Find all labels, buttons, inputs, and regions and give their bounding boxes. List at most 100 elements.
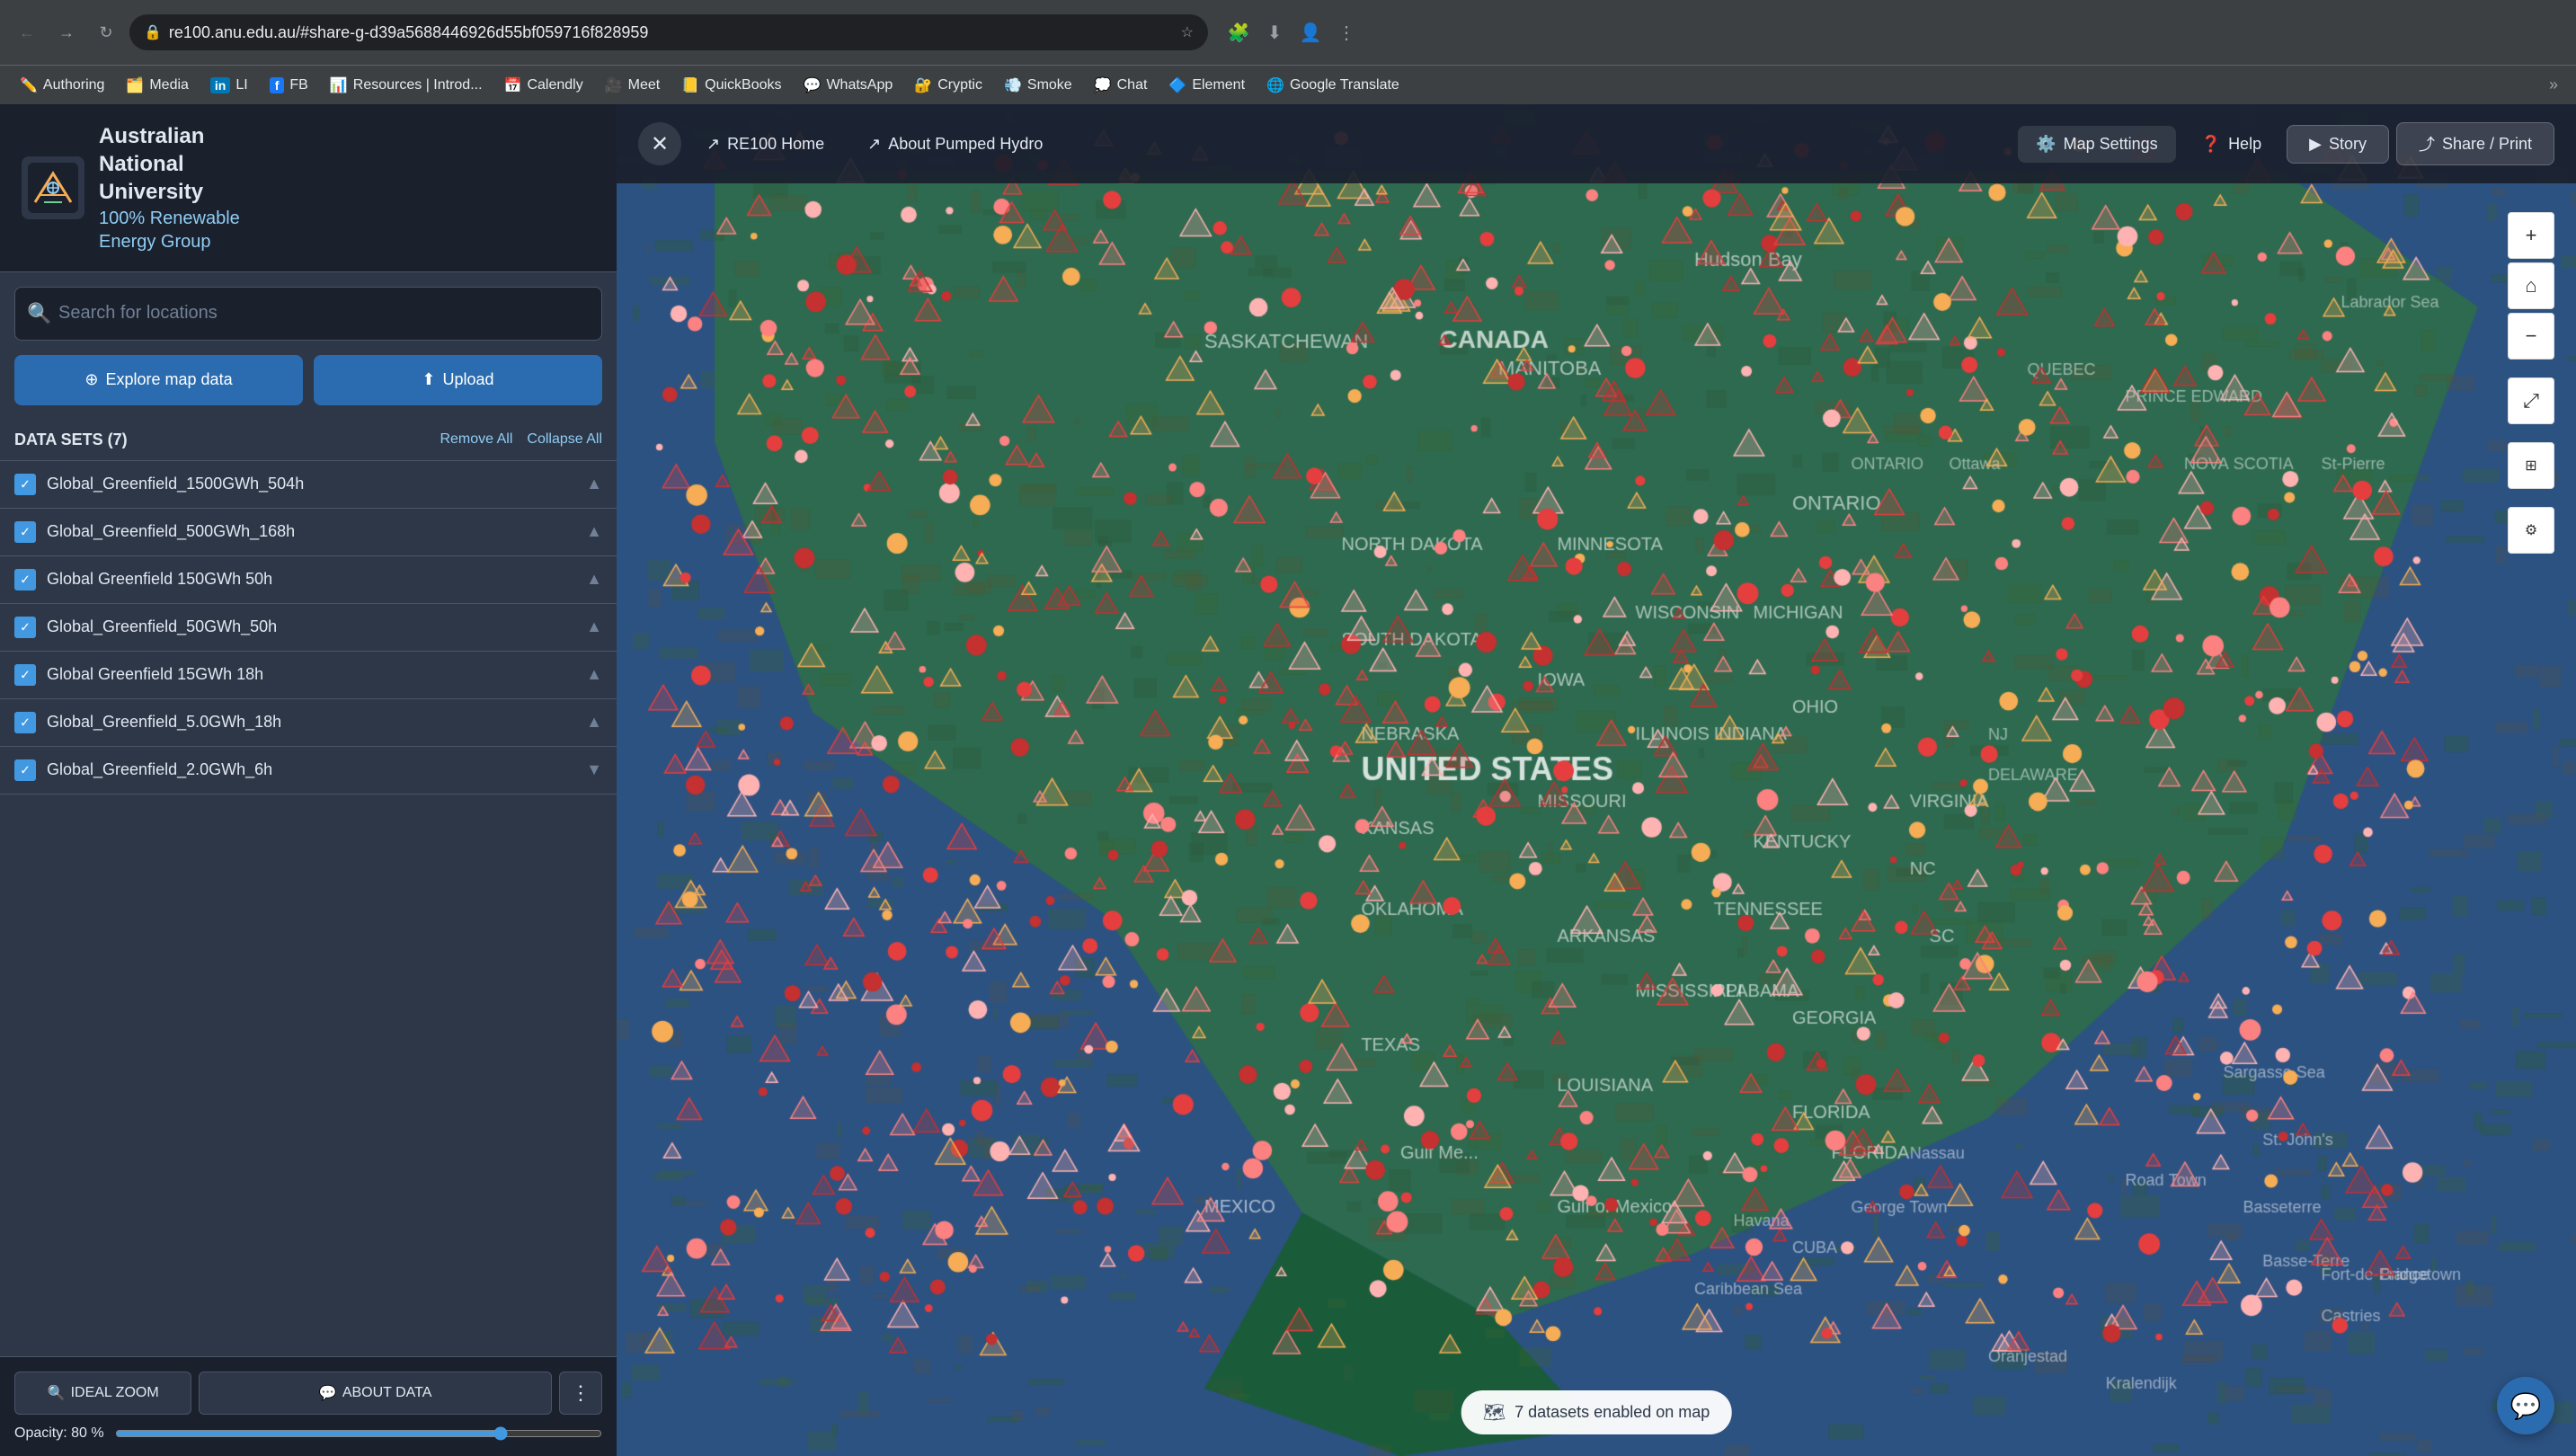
help-label: Help bbox=[2228, 135, 2261, 154]
chat-button[interactable]: 💬 bbox=[2497, 1377, 2554, 1434]
dataset-name-1: Global_Greenfield_1500GWh_504h bbox=[47, 475, 586, 493]
element-icon: 🔷 bbox=[1168, 76, 1186, 94]
browser-toolbar: ← → ↻ 🔒 re100.anu.edu.au/#share-g-d39a56… bbox=[0, 0, 2576, 65]
bookmark-element[interactable]: 🔷 Element bbox=[1159, 73, 1254, 98]
security-icon: 🔒 bbox=[144, 23, 162, 41]
anu-logo bbox=[22, 156, 84, 219]
about-data-button[interactable]: 💬 ABOUT DATA bbox=[199, 1372, 552, 1415]
bookmark-cryptic[interactable]: 🔐 Cryptic bbox=[905, 73, 991, 98]
bookmark-gtranslate[interactable]: 🌐 Google Translate bbox=[1257, 73, 1408, 98]
more-options-button[interactable]: ⋮ bbox=[559, 1372, 602, 1415]
upload-label: Upload bbox=[443, 370, 494, 389]
dataset-checkbox-6[interactable] bbox=[14, 712, 36, 733]
map-status-bar: 🗺 7 datasets enabled on map bbox=[1461, 1390, 1732, 1434]
explore-label: Explore map data bbox=[106, 370, 233, 389]
dataset-item-4[interactable]: Global_Greenfield_50GWh_50h ▲ bbox=[0, 604, 617, 652]
map-area[interactable]: ✕ ↗ RE100 Home ↗ About Pumped Hydro ⚙️ M… bbox=[617, 104, 2576, 1456]
bookmark-star-icon[interactable]: ☆ bbox=[1181, 23, 1194, 41]
dataset-checkbox-7[interactable] bbox=[14, 759, 36, 781]
share-print-button[interactable]: ⤴ Share / Print bbox=[2396, 122, 2554, 165]
help-button[interactable]: ❓ Help bbox=[2183, 126, 2279, 163]
external-link-icon2: ↗ bbox=[867, 135, 881, 154]
search-icon: 🔍 bbox=[27, 302, 51, 325]
bookmark-fb-label: FB bbox=[289, 77, 307, 93]
search-wrapper: 🔍 bbox=[14, 287, 602, 341]
controls-divider3 bbox=[2508, 493, 2554, 503]
zoom-out-button[interactable]: − bbox=[2508, 313, 2554, 360]
forward-button[interactable]: → bbox=[50, 16, 83, 49]
about-pumped-hydro-link[interactable]: ↗ About Pumped Hydro bbox=[849, 126, 1061, 163]
ideal-zoom-button[interactable]: 🔍 IDEAL ZOOM bbox=[14, 1372, 191, 1415]
dataset-item-6[interactable]: Global_Greenfield_5.0GWh_18h ▲ bbox=[0, 699, 617, 747]
bookmark-quickbooks[interactable]: 📒 QuickBooks bbox=[672, 73, 790, 98]
share-print-label: Share / Print bbox=[2442, 135, 2532, 154]
help-icon: ❓ bbox=[2201, 135, 2221, 154]
menu-button[interactable]: ⋮ bbox=[1330, 16, 1363, 49]
dataset-checkbox-4[interactable] bbox=[14, 617, 36, 638]
dataset-item-5[interactable]: Global Greenfield 15GWh 18h ▲ bbox=[0, 652, 617, 699]
upload-button[interactable]: ⬆ Upload bbox=[314, 355, 602, 405]
bookmark-authoring[interactable]: ✏️ Authoring bbox=[11, 73, 113, 98]
bookmark-element-label: Element bbox=[1192, 77, 1245, 93]
bookmark-calendly[interactable]: 📅 Calendly bbox=[495, 73, 592, 98]
bookmark-meet-label: Meet bbox=[628, 77, 661, 93]
bookmarks-more-icon[interactable]: » bbox=[2542, 72, 2565, 98]
re100-home-link[interactable]: ↗ RE100 Home bbox=[688, 126, 842, 163]
bookmark-whatsapp[interactable]: 💬 WhatsApp bbox=[795, 73, 902, 98]
profile-button[interactable]: 👤 bbox=[1294, 16, 1327, 49]
layers-button[interactable]: ⊞ bbox=[2508, 442, 2554, 489]
address-bar[interactable]: 🔒 re100.anu.edu.au/#share-g-d39a56884469… bbox=[129, 14, 1208, 50]
search-input[interactable] bbox=[14, 287, 602, 341]
map-settings-label: Map Settings bbox=[2064, 135, 2158, 154]
downloads-button[interactable]: ⬇ bbox=[1258, 16, 1291, 49]
facebook-icon: f bbox=[270, 77, 285, 93]
zoom-in-button[interactable]: + bbox=[2508, 212, 2554, 259]
bookmark-resources[interactable]: 📊 Resources | Introd... bbox=[321, 73, 492, 98]
bookmark-resources-label: Resources | Introd... bbox=[353, 77, 483, 93]
dataset-header: DATA SETS (7) Remove All Collapse All bbox=[0, 420, 617, 461]
bookmark-cryptic-label: Cryptic bbox=[937, 77, 982, 93]
zoom-icon: 🔍 bbox=[48, 1384, 66, 1402]
dataset-item-7[interactable]: Global_Greenfield_2.0GWh_6h ▼ bbox=[0, 747, 617, 795]
dataset-checkbox-5[interactable] bbox=[14, 664, 36, 686]
linkedin-icon: in bbox=[210, 77, 230, 93]
story-button[interactable]: ▶ Story bbox=[2287, 125, 2389, 164]
opacity-row: Opacity: 80 % bbox=[14, 1425, 602, 1442]
bookmark-smoke-label: Smoke bbox=[1027, 77, 1072, 93]
dataset-checkbox-2[interactable] bbox=[14, 521, 36, 543]
map-settings-button[interactable]: ⚙️ Map Settings bbox=[2018, 126, 2175, 163]
bookmark-chat[interactable]: 💭 Chat bbox=[1085, 73, 1157, 98]
reload-button[interactable]: ↻ bbox=[90, 16, 122, 49]
dataset-name-5: Global Greenfield 15GWh 18h bbox=[47, 665, 586, 684]
extensions-button[interactable]: 🧩 bbox=[1222, 16, 1255, 49]
explore-map-data-button[interactable]: ⊕ Explore map data bbox=[14, 355, 303, 405]
bookmark-smoke[interactable]: 💨 Smoke bbox=[995, 73, 1081, 98]
close-map-button[interactable]: ✕ bbox=[638, 122, 681, 165]
dataset-item-3[interactable]: Global Greenfield 150GWh 50h ▲ bbox=[0, 556, 617, 604]
dataset-checkbox-1[interactable] bbox=[14, 474, 36, 495]
dataset-name-4: Global_Greenfield_50GWh_50h bbox=[47, 617, 586, 636]
collapse-all-button[interactable]: Collapse All bbox=[527, 431, 602, 448]
quickbooks-icon: 📒 bbox=[681, 76, 699, 94]
fullscreen-button[interactable]: ⤢ bbox=[2508, 377, 2554, 424]
bookmark-media[interactable]: 🗂️ Media bbox=[117, 73, 198, 98]
map-options-button[interactable]: ⚙ bbox=[2508, 507, 2554, 554]
upload-icon: ⬆ bbox=[422, 370, 435, 389]
dataset-checkbox-3[interactable] bbox=[14, 569, 36, 590]
back-button[interactable]: ← bbox=[11, 16, 43, 49]
remove-all-button[interactable]: Remove All bbox=[440, 431, 512, 448]
dataset-item-2[interactable]: Global_Greenfield_500GWh_168h ▲ bbox=[0, 509, 617, 556]
opacity-slider[interactable] bbox=[115, 1426, 602, 1441]
bookmark-li[interactable]: in LI bbox=[201, 74, 257, 97]
home-button[interactable]: ⌂ bbox=[2508, 262, 2554, 309]
dataset-chevron-2: ▲ bbox=[586, 522, 602, 541]
bookmark-gtranslate-label: Google Translate bbox=[1290, 77, 1399, 93]
dataset-name-3: Global Greenfield 150GWh 50h bbox=[47, 570, 586, 589]
browser-frame: ← → ↻ 🔒 re100.anu.edu.au/#share-g-d39a56… bbox=[0, 0, 2576, 1456]
sidebar-footer: 🔍 IDEAL ZOOM 💬 ABOUT DATA ⋮ Opacity: 80 … bbox=[0, 1356, 617, 1456]
dataset-item-1[interactable]: Global_Greenfield_1500GWh_504h ▲ bbox=[0, 461, 617, 509]
bookmark-media-label: Media bbox=[149, 77, 189, 93]
bookmark-fb[interactable]: f FB bbox=[261, 74, 317, 97]
bookmark-meet[interactable]: 🎥 Meet bbox=[596, 73, 670, 98]
map-background bbox=[617, 104, 2576, 1456]
